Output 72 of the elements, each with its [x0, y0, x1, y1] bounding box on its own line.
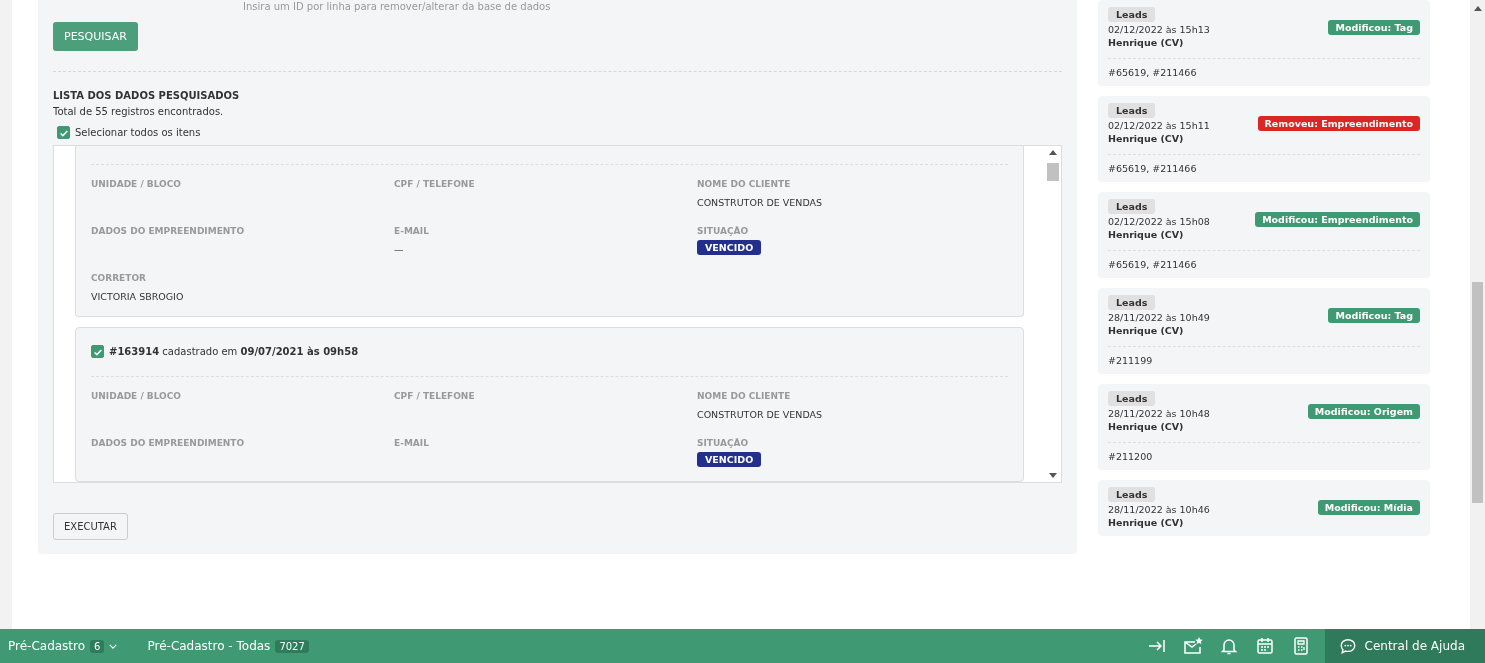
- help-button[interactable]: Central de Ajuda: [1324, 629, 1485, 663]
- action-badge: Modificou: Tag: [1328, 308, 1420, 323]
- history-user: Henrique (CV): [1108, 37, 1185, 48]
- history-ids: #65619, #211466: [1108, 163, 1198, 174]
- count-badge: 7027: [275, 639, 309, 653]
- field-label: CORRETOR: [91, 273, 147, 283]
- field-label: DADOS DO EMPREENDIMENTO: [91, 226, 246, 236]
- field-hint: Insira um ID por linha para remover/alterar da base de dados: [242, 0, 552, 14]
- field-label: UNIDADE / BLOCO: [91, 391, 182, 401]
- scroll-up-icon[interactable]: [1049, 150, 1057, 155]
- field-label: UNIDADE / BLOCO: [91, 179, 182, 189]
- field-label: E-MAIL: [394, 438, 430, 448]
- field-label: SITUAÇÃO: [697, 226, 750, 236]
- status-badge: VENCIDO: [697, 240, 762, 255]
- history-date: 02/12/2022 às 15h11: [1108, 120, 1210, 131]
- history-ids: #65619, #211466: [1108, 67, 1198, 78]
- category-tag: Leads: [1108, 295, 1156, 310]
- history-user: Henrique (CV): [1108, 229, 1185, 240]
- action-badge: Removeu: Empreendimento: [1257, 116, 1420, 131]
- field-value: CONSTRUTOR DE VENDAS: [697, 409, 824, 420]
- scroll-down-icon[interactable]: [1049, 473, 1057, 478]
- history-date: 02/12/2022 às 15h08: [1108, 216, 1210, 227]
- field-label: NOME DO CLIENTE: [697, 391, 792, 401]
- action-badge: Modificou: Mídia: [1317, 500, 1420, 515]
- count-badge: 6: [90, 639, 105, 653]
- field-label: CPF / TELEFONE: [394, 391, 476, 401]
- results-count: Total de 55 registros encontrados.: [53, 106, 225, 117]
- scroll-up-icon[interactable]: [1473, 6, 1482, 11]
- bottom-tab[interactable]: Pré-Cadastro 6: [0, 639, 126, 653]
- field-label: NOME DO CLIENTE: [697, 179, 792, 189]
- category-tag: Leads: [1108, 7, 1156, 22]
- action-badge: Modificou: Empreendimento: [1255, 212, 1420, 227]
- record-title: #163914 cadastrado em 09/07/2021 às 09h58: [109, 346, 359, 357]
- history-user: Henrique (CV): [1108, 517, 1185, 528]
- calendar-icon[interactable]: [1254, 636, 1275, 656]
- status-badge: VENCIDO: [697, 452, 762, 467]
- checkbox[interactable]: [57, 126, 70, 139]
- field-label: DADOS DO EMPREENDIMENTO: [91, 438, 246, 448]
- history-date: 28/11/2022 às 10h46: [1108, 504, 1210, 515]
- history-date: 02/12/2022 às 15h13: [1108, 24, 1210, 35]
- field-value: CONSTRUTOR DE VENDAS: [697, 197, 824, 208]
- search-button[interactable]: PESQUISAR: [53, 22, 138, 51]
- history-ids: #211199: [1108, 355, 1154, 366]
- action-badge: Modificou: Tag: [1328, 20, 1420, 35]
- section-title: LISTA DOS DADOS PESQUISADOS: [53, 90, 241, 101]
- category-tag: Leads: [1108, 391, 1156, 406]
- field-value: —: [394, 244, 405, 255]
- field-label: CPF / TELEFONE: [394, 179, 476, 189]
- execute-button[interactable]: EXECUTAR: [53, 513, 128, 540]
- field-label: E-MAIL: [394, 226, 430, 236]
- field-label: SITUAÇÃO: [697, 438, 750, 448]
- history-ids: #211200: [1108, 451, 1154, 462]
- bottom-tab[interactable]: Pré-Cadastro - Todas 7027: [139, 639, 317, 653]
- history-date: 28/11/2022 às 10h48: [1108, 408, 1210, 419]
- bell-icon[interactable]: [1218, 636, 1239, 656]
- history-ids: #65619, #211466: [1108, 259, 1198, 270]
- checkbox-label: Selecionar todos os itens: [75, 127, 201, 138]
- history-date: 28/11/2022 às 10h49: [1108, 312, 1210, 323]
- field-value: VICTORIA SBROGIO: [91, 291, 185, 302]
- action-badge: Modificou: Origem: [1307, 404, 1420, 419]
- checkbox[interactable]: [91, 345, 104, 358]
- scrollbar[interactable]: [1470, 0, 1485, 629]
- scroll-thumb[interactable]: [1472, 282, 1483, 503]
- category-tag: Leads: [1108, 199, 1156, 214]
- scroll-thumb[interactable]: [1047, 163, 1059, 181]
- category-tag: Leads: [1108, 487, 1156, 502]
- history-user: Henrique (CV): [1108, 325, 1185, 336]
- category-tag: Leads: [1108, 103, 1156, 118]
- history-user: Henrique (CV): [1108, 421, 1185, 432]
- chat-icon: [1338, 637, 1357, 655]
- history-user: Henrique (CV): [1108, 133, 1185, 144]
- mail-star-icon[interactable]: [1182, 636, 1203, 656]
